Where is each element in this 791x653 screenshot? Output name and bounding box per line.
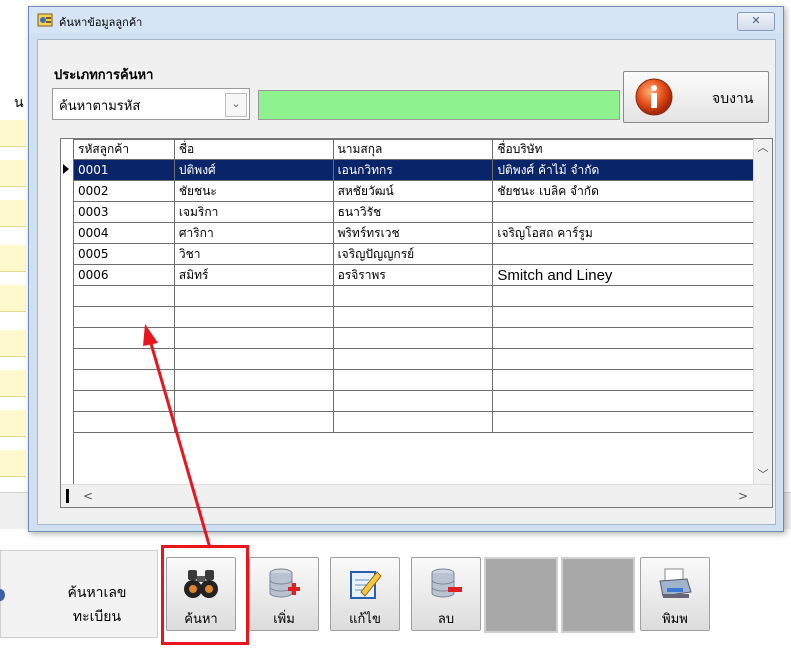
- delete-button-label: ลบ: [437, 612, 455, 627]
- background-row: [0, 450, 26, 477]
- background-row: [0, 200, 26, 227]
- cell-last-name[interactable]: เอนกวิทกร: [332, 159, 494, 181]
- horizontal-scrollbar[interactable]: < >: [61, 484, 772, 507]
- scroll-up-icon[interactable]: ︿: [754, 139, 772, 157]
- column-header-company[interactable]: ชื่อบริษัท: [492, 139, 754, 160]
- column-header-customer-code[interactable]: รหัสลูกค้า: [73, 139, 175, 160]
- column-header-first-name[interactable]: ชื่อ: [173, 139, 334, 160]
- cell-customer-code[interactable]: 0006: [73, 264, 175, 286]
- cell-company[interactable]: [492, 243, 754, 265]
- cell-last-name[interactable]: พริทร์ทรเวช: [332, 222, 494, 244]
- table-row[interactable]: 0006 สมิทร์ อรจิราพร Smitch and Liney: [73, 264, 754, 286]
- close-button[interactable]: ✕: [737, 12, 775, 31]
- dialog-titlebar[interactable]: ค้นหาข้อมูลลูกค้า ✕: [29, 7, 783, 33]
- print-button-label: พิมพ: [662, 612, 688, 627]
- search-type-value: ค้นหาตามรหัส: [59, 99, 141, 114]
- database-delete-icon: [431, 568, 462, 598]
- search-registration-line1: ค้นหาเลข: [67, 585, 127, 601]
- empty-row[interactable]: [73, 285, 754, 307]
- cell-last-name[interactable]: เจริญปัญญกรย์: [332, 243, 494, 265]
- empty-row[interactable]: [73, 369, 754, 391]
- search-type-label: ประเภทการค้นหา: [54, 68, 154, 83]
- cell-last-name[interactable]: สหชัยวัฒน์: [332, 180, 494, 202]
- database-add-icon: [269, 568, 300, 598]
- cell-first-name[interactable]: วิชา: [173, 243, 334, 265]
- end-button[interactable]: จบงาน: [623, 71, 769, 123]
- delete-button[interactable]: ลบ: [411, 557, 481, 631]
- printer-icon: [659, 568, 692, 598]
- column-header-last-name[interactable]: นามสกุล: [332, 139, 494, 160]
- cell-company[interactable]: ชัยชนะ เบลิค จำกัด: [492, 180, 754, 202]
- add-button-label: เพิ่ม: [273, 612, 295, 627]
- end-button-label: จบงาน: [712, 91, 754, 107]
- empty-row[interactable]: [73, 348, 754, 370]
- annotation-highlight-box: [161, 545, 249, 645]
- table-row[interactable]: 0002 ชัยชนะ สหชัยวัฒน์ ชัยชนะ เบลิค จำกั…: [73, 180, 754, 202]
- background-row: [0, 370, 26, 397]
- cell-company[interactable]: Smitch and Liney: [492, 264, 754, 286]
- background-row: [0, 285, 26, 312]
- disabled-button: [484, 557, 558, 633]
- search-registration-line2: ทะเบียน: [72, 609, 122, 625]
- scroll-right-icon[interactable]: >: [734, 487, 752, 505]
- app-icon: [37, 13, 53, 27]
- scroll-down-icon[interactable]: ﹀: [754, 466, 772, 484]
- button-icon: [0, 589, 5, 601]
- empty-row[interactable]: [73, 390, 754, 412]
- cell-first-name[interactable]: ชัยชนะ: [173, 180, 334, 202]
- close-icon: ✕: [751, 14, 761, 27]
- background-row: [0, 410, 26, 437]
- cell-customer-code[interactable]: 0005: [73, 243, 175, 265]
- background-row: [0, 160, 26, 187]
- edit-icon: [350, 571, 382, 599]
- cell-company[interactable]: ปติพงศ์ ค้าไม้ จำกัด: [492, 159, 754, 181]
- search-registration-label: ค้นหาเลข ทะเบียน: [47, 581, 147, 629]
- search-type-select[interactable]: ค้นหาตามรหัส ⌄: [52, 88, 250, 120]
- scroll-marker: [66, 489, 69, 503]
- cell-customer-code[interactable]: 0003: [73, 201, 175, 223]
- current-row-arrow-icon: [63, 164, 69, 174]
- customer-grid[interactable]: รหัสลูกค้า ชื่อ นามสกุล ชื่อบริษัท 0001 …: [60, 138, 773, 508]
- cell-company[interactable]: เจริญโอสถ คาร์รูม: [492, 222, 754, 244]
- cell-first-name[interactable]: ปติพงศ์: [173, 159, 334, 181]
- table-row[interactable]: 0005 วิชา เจริญปัญญกรย์: [73, 243, 754, 265]
- disabled-button: [561, 557, 635, 633]
- cell-first-name[interactable]: สมิทร์: [173, 264, 334, 286]
- chevron-down-icon: ⌄: [231, 97, 241, 110]
- table-row[interactable]: 0003 เจมริกา ธนาวิรัช: [73, 201, 754, 223]
- cell-company[interactable]: [492, 201, 754, 223]
- dropdown-button[interactable]: ⌄: [225, 93, 247, 117]
- cell-last-name[interactable]: อรจิราพร: [332, 264, 494, 286]
- search-registration-button[interactable]: ค้นหาเลข ทะเบียน: [0, 550, 158, 638]
- edit-button-label: แก้ไข: [349, 612, 381, 627]
- dialog-title: ค้นหาข้อมูลลูกค้า: [59, 16, 143, 29]
- grid-table: รหัสลูกค้า ชื่อ นามสกุล ชื่อบริษัท 0001 …: [73, 139, 754, 433]
- empty-row[interactable]: [73, 411, 754, 433]
- print-button[interactable]: พิมพ: [640, 557, 710, 631]
- cell-customer-code[interactable]: 0004: [73, 222, 175, 244]
- background-label: น: [14, 95, 24, 111]
- table-row[interactable]: 0004 ศาริกา พริทร์ทรเวช เจริญโอสถ คาร์รู…: [73, 222, 754, 244]
- cell-customer-code[interactable]: 0002: [73, 180, 175, 202]
- empty-row[interactable]: [73, 306, 754, 328]
- dialog-client-area: ประเภทการค้นหา ค้นหาตามรหัส ⌄ จบงาน รหัส…: [37, 39, 776, 525]
- cell-first-name[interactable]: ศาริกา: [173, 222, 334, 244]
- cell-first-name[interactable]: เจมริกา: [173, 201, 334, 223]
- cell-last-name[interactable]: ธนาวิรัช: [332, 201, 494, 223]
- grid-header-row: รหัสลูกค้า ชื่อ นามสกุล ชื่อบริษัท: [73, 139, 754, 160]
- background-row: [0, 330, 26, 357]
- search-input[interactable]: [258, 90, 620, 120]
- grid-viewport: รหัสลูกค้า ชื่อ นามสกุล ชื่อบริษัท 0001 …: [61, 139, 754, 484]
- edit-button[interactable]: แก้ไข: [330, 557, 400, 631]
- customer-search-dialog: ค้นหาข้อมูลลูกค้า ✕ ประเภทการค้นหา ค้นหา…: [28, 6, 784, 532]
- vertical-scrollbar[interactable]: ︿ ﹀: [753, 139, 772, 484]
- scroll-left-icon[interactable]: <: [79, 487, 97, 505]
- add-button[interactable]: เพิ่ม: [249, 557, 319, 631]
- table-row[interactable]: 0001 ปติพงศ์ เอนกวิทกร ปติพงศ์ ค้าไม้ จำ…: [73, 159, 754, 181]
- background-row: [0, 245, 26, 272]
- empty-row[interactable]: [73, 327, 754, 349]
- cell-customer-code[interactable]: 0001: [73, 159, 175, 181]
- background-row: [0, 120, 26, 147]
- info-icon: [635, 78, 673, 116]
